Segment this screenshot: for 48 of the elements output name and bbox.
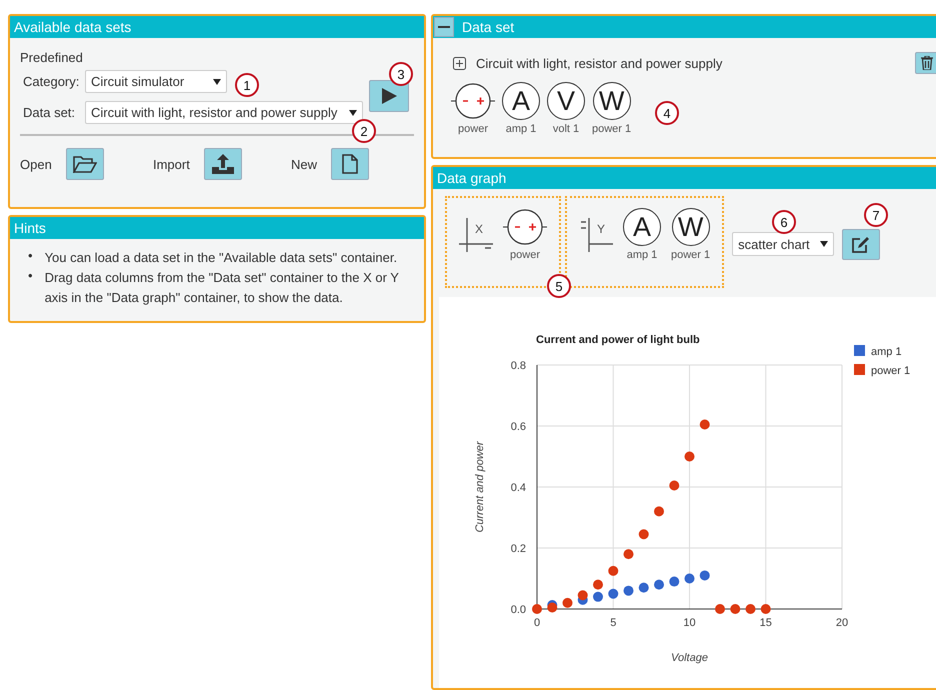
data-set-name: Circuit with light, resistor and power supply: [476, 56, 722, 70]
column-label: power: [510, 249, 540, 261]
column-label: amp 1: [626, 249, 658, 261]
legend-label: amp 1: [871, 346, 902, 358]
column-label: volt 1: [552, 123, 580, 135]
y-tick-label: 0.6: [510, 421, 526, 433]
meter-symbol: V: [547, 82, 585, 120]
meter-symbol: W: [592, 82, 631, 120]
x-axis-title: Voltage: [671, 652, 708, 664]
hint-text: You can load a data set in the "Available data sets" container.: [44, 249, 398, 267]
action-label: Open: [20, 156, 52, 172]
meter-symbol: W: [672, 208, 710, 246]
hint-text: Drag data columns from the "Data set" container to the X or Y axis in the "Data graph" container, to show the data.: [44, 269, 400, 307]
x-tick-label: 5: [610, 617, 616, 629]
panel-title: Data graph: [437, 170, 506, 186]
column-label: power 1: [592, 123, 632, 135]
bullet: •: [28, 248, 33, 263]
y-tick-label: 0.8: [510, 360, 526, 372]
data-set-select[interactable]: Circuit with light, resistor and power supply: [85, 101, 363, 124]
column-label: power 1: [671, 249, 710, 261]
y-tick-label: 0.4: [510, 482, 526, 494]
bullet: •: [28, 268, 33, 283]
y-axis-drop-zone[interactable]: Y A amp 1 W power 1: [565, 196, 724, 288]
action-label: Import: [152, 156, 190, 172]
meter-symbol: A: [502, 82, 540, 120]
x-tick-label: 20: [836, 617, 848, 629]
y-tick-label: 0.0: [510, 604, 526, 616]
chart-title: Current and power of light bulb: [536, 334, 700, 346]
x-tick-label: 10: [683, 617, 696, 629]
panel-title: Hints: [14, 220, 46, 236]
section-heading: Predefined: [20, 50, 83, 65]
field-label: Data set:: [23, 105, 76, 120]
x-tick-label: 0: [534, 617, 540, 629]
y-tick-label: 0.2: [510, 543, 526, 555]
column-label: amp 1: [506, 123, 536, 135]
category-select[interactable]: Circuit simulator: [85, 70, 227, 93]
column-label: power: [458, 123, 488, 135]
meter-symbol: A: [623, 208, 661, 246]
axis-letter: X: [475, 222, 484, 236]
chart-type-select[interactable]: scatter chart: [732, 232, 834, 256]
action-label: New: [290, 156, 317, 172]
field-label: Category:: [23, 74, 79, 89]
y-axis-title: Current and power: [474, 441, 486, 533]
axis-letter: Y: [597, 222, 606, 236]
panel-title: Available data sets: [14, 19, 132, 35]
legend-label: power 1: [871, 365, 910, 377]
x-tick-label: 15: [760, 617, 772, 629]
panel-title: Data set: [462, 19, 514, 35]
